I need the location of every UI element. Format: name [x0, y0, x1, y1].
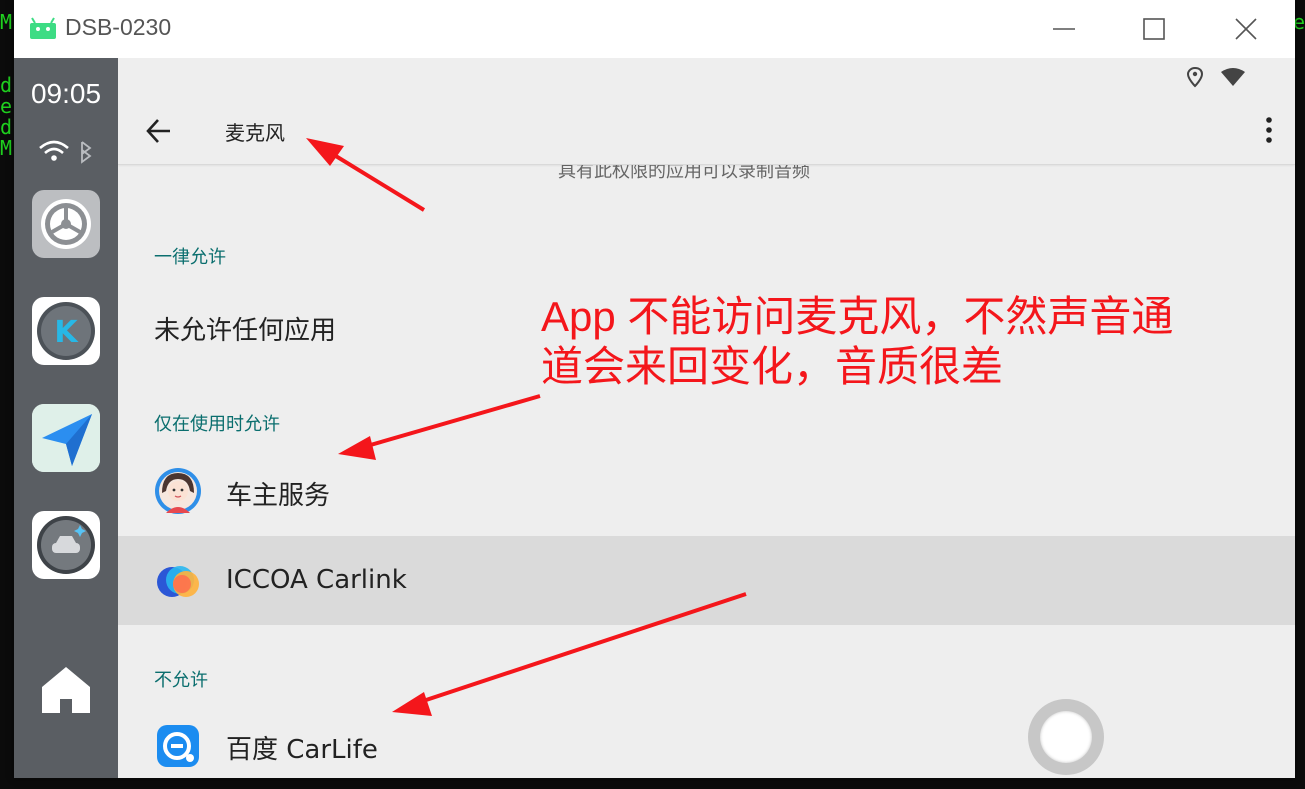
- overflow-menu-icon[interactable]: [1257, 114, 1281, 146]
- dock-app-settings[interactable]: [32, 190, 100, 258]
- back-arrow-icon[interactable]: [144, 116, 174, 146]
- android-icon: [30, 17, 56, 39]
- k-app-icon: K: [37, 302, 95, 360]
- permission-settings: 麦克风 具有此权限的应用可以录制音频 一律允许 未允许任何应用 仅在使用时允许: [118, 58, 1295, 778]
- clock: 09:05: [30, 78, 102, 109]
- iccoa-carlink-icon: [157, 566, 199, 597]
- close-icon[interactable]: [1231, 14, 1261, 44]
- list-item-app-owner-service[interactable]: 车主服务: [118, 446, 1295, 536]
- left-dock: 09:05 K: [14, 58, 118, 778]
- annotation-line-1: App 不能访问麦克风，不然声音通: [541, 293, 1174, 340]
- section-header-while-using: 仅在使用时允许: [154, 414, 280, 435]
- window-title: DSB-0230: [65, 14, 172, 40]
- svg-text:K: K: [54, 315, 79, 350]
- list-item-app-iccoa-carlink[interactable]: ICCOA Carlink: [118, 536, 1295, 625]
- signal-icon: [1221, 68, 1245, 86]
- dock-app-k[interactable]: K: [32, 297, 100, 365]
- app-bar: 麦克风: [118, 96, 1295, 165]
- list-item-label: 未允许任何应用: [154, 316, 337, 346]
- car-app-icon: [37, 516, 95, 574]
- section-header-denied: 不允许: [154, 670, 208, 691]
- red-annotation-note: App 不能访问麦克风，不然声音通 道会来回变化，音质很差: [541, 292, 1231, 392]
- window-titlebar: DSB-0230: [14, 0, 1295, 58]
- maximize-icon[interactable]: [1139, 14, 1169, 44]
- list-item-label: 百度 CarLife: [226, 735, 378, 765]
- owner-service-avatar-icon: [155, 468, 201, 514]
- list-item-label: 车主服务: [226, 481, 331, 511]
- dock-app-car[interactable]: [32, 511, 100, 579]
- baidu-carlife-icon: [157, 725, 199, 767]
- list-item-label: ICCOA Carlink: [226, 565, 407, 595]
- bluetooth-icon: [81, 141, 92, 164]
- page-title: 麦克风: [225, 121, 285, 145]
- assistant-floating-button[interactable]: [1028, 699, 1104, 775]
- minimize-icon[interactable]: [1049, 14, 1079, 44]
- screen: MdedM e DSB-0230 09:05 K 麦克风 具有此权限的应用可以录…: [0, 0, 1305, 789]
- annotation-line-2: 道会来回变化，音质很差: [541, 343, 1004, 390]
- settings-gear-icon: [41, 199, 91, 249]
- section-header-always: 一律允许: [154, 247, 226, 268]
- navigation-icon: [32, 404, 100, 472]
- location-icon: [1187, 66, 1245, 88]
- home-icon[interactable]: [38, 661, 94, 717]
- dock-app-navigation[interactable]: [32, 404, 100, 472]
- wifi-icon: [39, 140, 92, 164]
- terminal-fragment-left: MdedM: [0, 10, 13, 160]
- list-item-app-baidu-carlife[interactable]: 百度 CarLife: [118, 698, 1295, 778]
